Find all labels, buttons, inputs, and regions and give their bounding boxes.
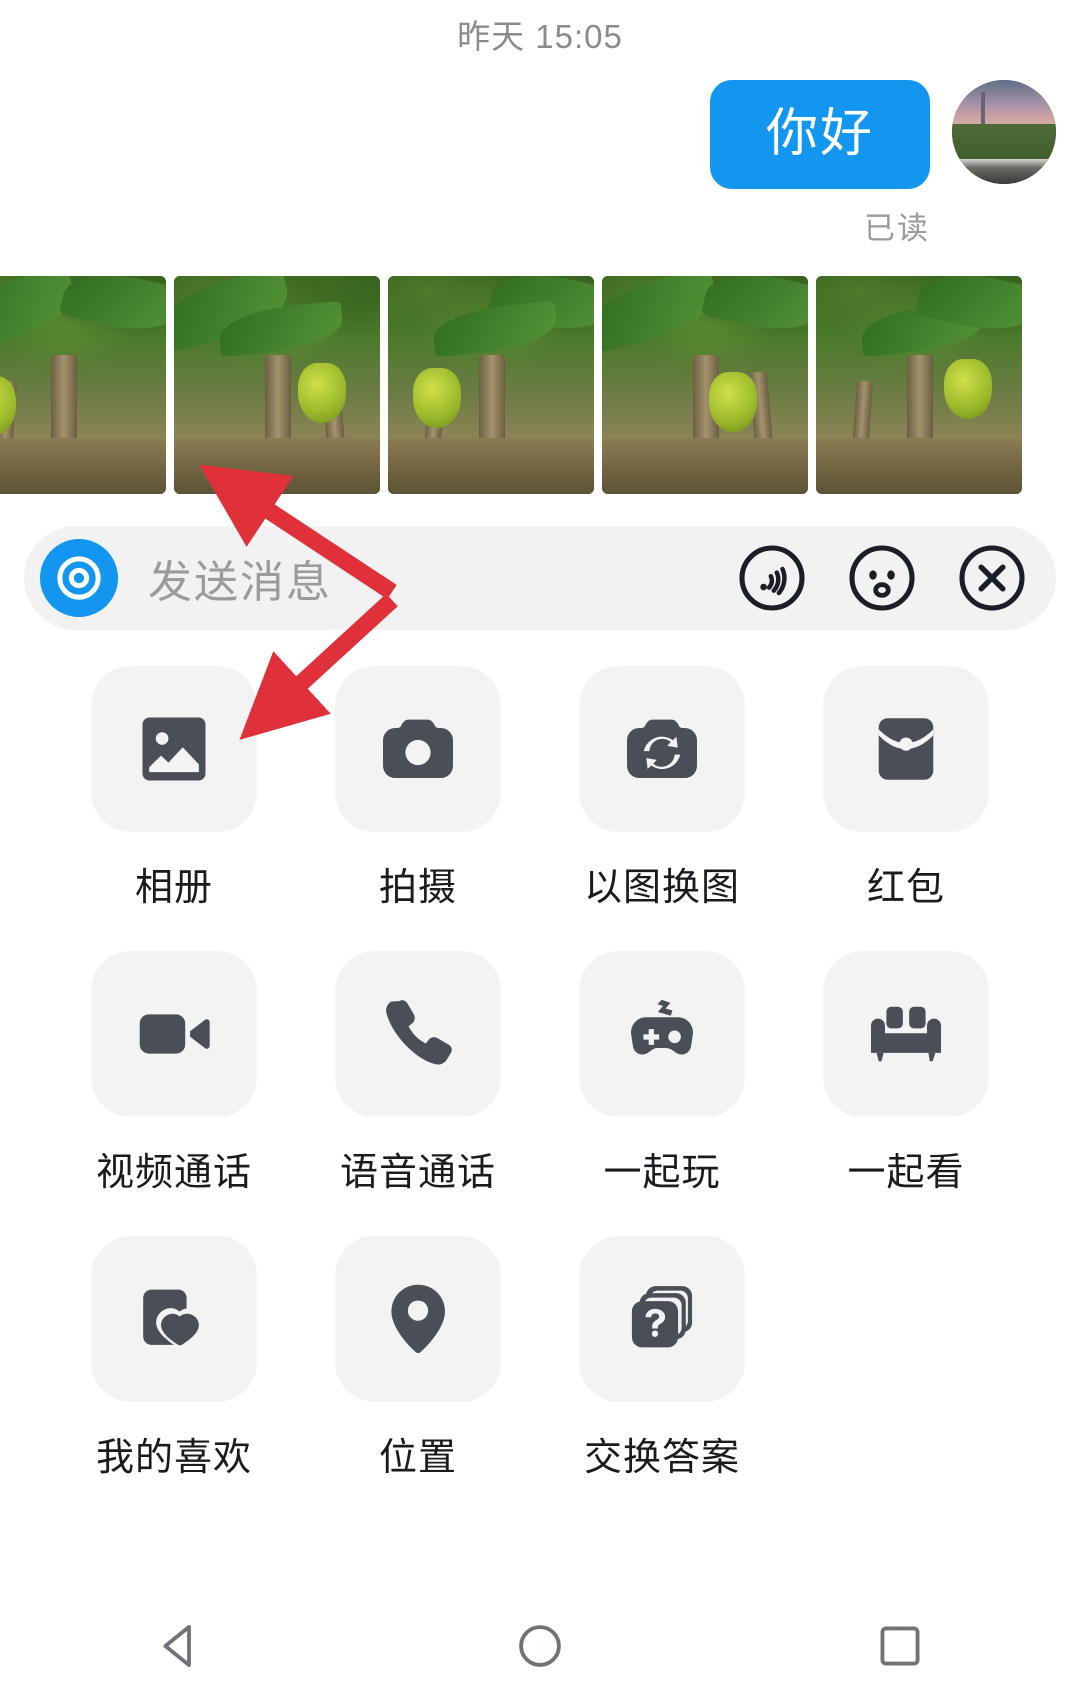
gamepad-icon bbox=[631, 999, 693, 1055]
photo-thumbnail[interactable] bbox=[174, 276, 380, 495]
photo-thumbnail[interactable] bbox=[388, 276, 594, 495]
attachment-item-my-favorites[interactable]: 我的喜欢 bbox=[52, 1236, 296, 1515]
photo-ground bbox=[0, 437, 166, 495]
attachment-row: 视频通话 语音通话 一起玩 一起看 bbox=[0, 951, 1080, 1230]
favorites-heart-icon bbox=[143, 1289, 204, 1349]
attachment-item-gallery[interactable]: 相册 bbox=[52, 666, 296, 945]
message-timestamp: 昨天 15:05 bbox=[457, 18, 623, 55]
attachment-item-red-packet[interactable]: 红包 bbox=[784, 666, 1028, 945]
nav-back-button[interactable] bbox=[153, 1619, 207, 1678]
android-navigation-bar bbox=[0, 1589, 1080, 1707]
attachment-label: 以图换图 bbox=[583, 867, 740, 910]
avatar[interactable] bbox=[952, 80, 1056, 184]
circle-home-icon bbox=[519, 1624, 561, 1667]
photo-banana-bunch bbox=[412, 367, 461, 428]
avatar-sky bbox=[952, 80, 1056, 128]
attachment-label: 交换答案 bbox=[583, 1437, 740, 1480]
location-pin-icon bbox=[391, 1284, 445, 1354]
attachment-label: 视频通话 bbox=[95, 1152, 252, 1195]
photo-banana-bunch bbox=[297, 363, 346, 424]
attachment-row: 我的喜欢 位置 交换答案 bbox=[0, 1236, 1080, 1515]
attachment-item-location[interactable]: 位置 bbox=[296, 1236, 540, 1515]
attachment-item-watch-together[interactable]: 一起看 bbox=[784, 951, 1028, 1230]
message-input-bar[interactable]: 发送消息 bbox=[24, 526, 1056, 631]
outgoing-message-row: 你好 bbox=[0, 58, 1080, 190]
attachment-item-video-call[interactable]: 视频通话 bbox=[52, 951, 296, 1230]
sofa-tile[interactable] bbox=[823, 951, 989, 1118]
gallery-icon bbox=[142, 717, 206, 781]
emoji-face-icon[interactable] bbox=[846, 542, 918, 614]
attachment-label: 红包 bbox=[866, 867, 945, 910]
voice-call-tile[interactable] bbox=[335, 951, 501, 1118]
video-call-tile[interactable] bbox=[91, 951, 257, 1118]
attachment-item-exchange-answers[interactable]: 交换答案 bbox=[540, 1236, 784, 1515]
location-tile[interactable] bbox=[335, 1236, 501, 1403]
triangle-back-icon bbox=[163, 1624, 191, 1667]
attachment-label: 语音通话 bbox=[339, 1152, 496, 1195]
photo-thumbnail[interactable] bbox=[0, 276, 166, 495]
attachment-panel: 相册 拍摄 以图换图 红包 视频通话 语音通话 一起玩 一起看 我的喜欢 位置 … bbox=[0, 630, 1080, 1515]
voice-record-icon[interactable] bbox=[40, 539, 118, 618]
photo-strip[interactable] bbox=[0, 276, 1080, 495]
photo-ground bbox=[602, 437, 808, 495]
chat-screen: 昨天 15:05 你好 已读 发送消息 相册 拍摄 以图换图 红包 视频通话 语… bbox=[0, 0, 1080, 1707]
close-circle-icon[interactable] bbox=[956, 542, 1028, 614]
favorites-tile[interactable] bbox=[91, 1236, 257, 1403]
photo-banana-bunch bbox=[943, 359, 992, 420]
read-status-badge: 已读 bbox=[864, 211, 930, 247]
camera-tile[interactable] bbox=[335, 666, 501, 833]
nav-recents-button[interactable] bbox=[873, 1619, 927, 1678]
attachment-item-camera[interactable]: 拍摄 bbox=[296, 666, 540, 945]
voice-call-icon bbox=[386, 1000, 452, 1065]
input-bar-icon-group bbox=[736, 542, 1028, 614]
red-packet-icon bbox=[878, 718, 934, 780]
voice-wave-icon[interactable] bbox=[736, 542, 808, 614]
photo-ground bbox=[174, 437, 380, 495]
image-swap-tile[interactable] bbox=[579, 666, 745, 833]
question-cards-icon bbox=[631, 1286, 693, 1348]
attachment-label: 位置 bbox=[378, 1437, 457, 1480]
video-call-icon bbox=[139, 1014, 210, 1054]
avatar-field bbox=[952, 123, 1056, 164]
question-cards-tile[interactable] bbox=[579, 1236, 745, 1403]
nav-home-button[interactable] bbox=[513, 1619, 567, 1678]
attachment-label: 一起看 bbox=[847, 1152, 965, 1195]
photo-thumbnail[interactable] bbox=[816, 276, 1022, 495]
attachment-label: 一起玩 bbox=[603, 1152, 721, 1195]
sofa-icon bbox=[871, 1006, 941, 1062]
photo-thumbnail[interactable] bbox=[602, 276, 808, 495]
camera-icon bbox=[383, 719, 453, 779]
photo-ground bbox=[816, 437, 1022, 495]
photo-banana-bunch bbox=[709, 372, 758, 433]
message-bubble[interactable]: 你好 bbox=[709, 80, 930, 190]
avatar-road bbox=[952, 159, 1056, 184]
attachment-label: 拍摄 bbox=[378, 867, 457, 910]
image-swap-icon bbox=[627, 719, 697, 779]
square-recents-icon bbox=[880, 1626, 920, 1665]
search-input[interactable]: 发送消息 bbox=[148, 546, 736, 610]
gamepad-tile[interactable] bbox=[579, 951, 745, 1118]
gallery-tile[interactable] bbox=[91, 666, 257, 833]
attachment-row: 相册 拍摄 以图换图 红包 bbox=[0, 666, 1080, 945]
attachment-item-play-together[interactable]: 一起玩 bbox=[540, 951, 784, 1230]
attachment-item-image-swap[interactable]: 以图换图 bbox=[540, 666, 784, 945]
photo-ground bbox=[388, 437, 594, 495]
attachment-label: 相册 bbox=[134, 867, 213, 910]
red-packet-tile[interactable] bbox=[823, 666, 989, 833]
attachment-label: 我的喜欢 bbox=[95, 1437, 252, 1480]
avatar-pole bbox=[981, 92, 986, 128]
attachment-item-voice-call[interactable]: 语音通话 bbox=[296, 951, 540, 1230]
